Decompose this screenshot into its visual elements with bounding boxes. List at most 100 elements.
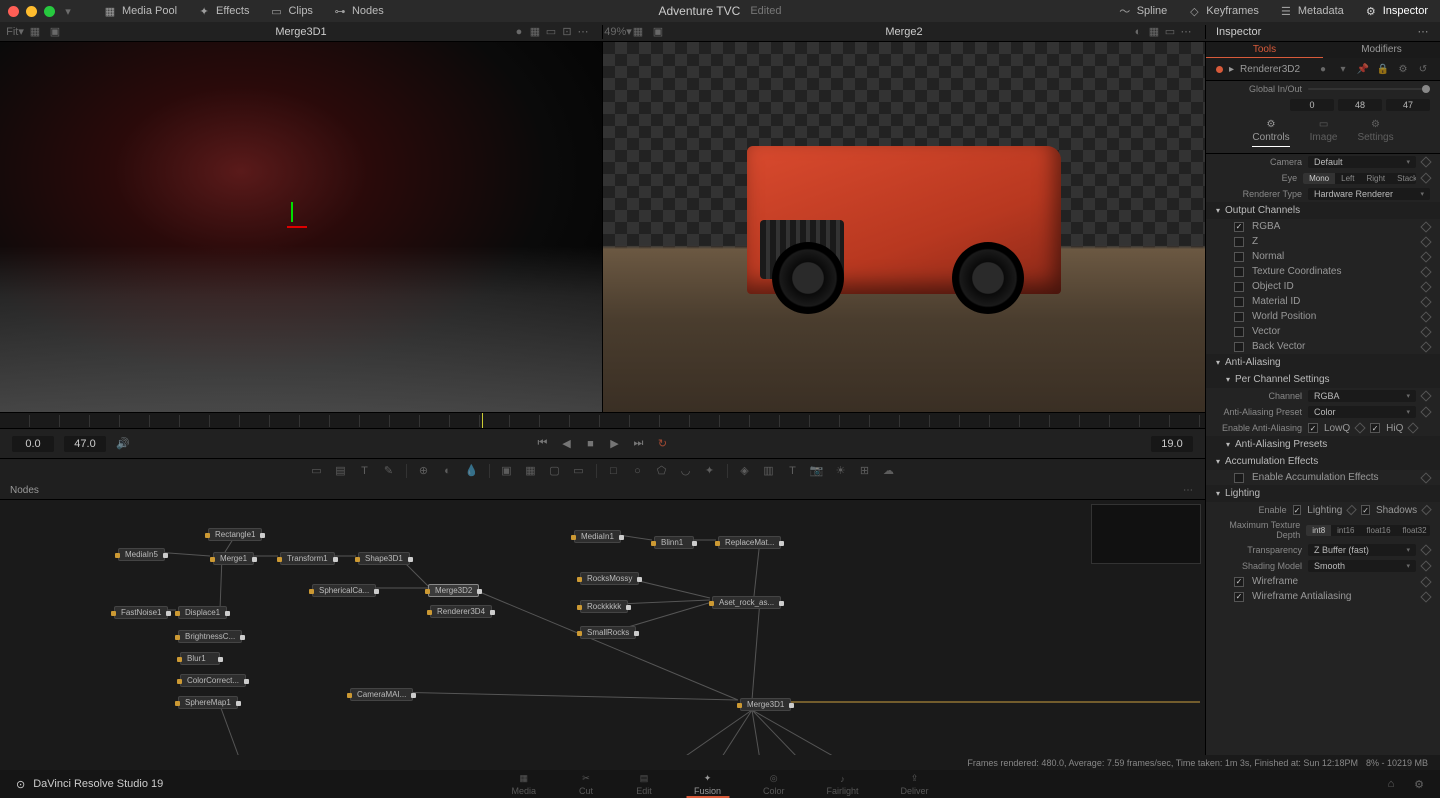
camera-dropdown[interactable]: Default [1308, 156, 1416, 168]
tool-tracker[interactable]: ⊕ [415, 462, 433, 480]
page-color[interactable]: ◎Color [755, 771, 793, 798]
tool-mask-ellipse[interactable]: ○ [629, 462, 647, 480]
camera-keyframe[interactable] [1420, 156, 1431, 167]
viewer-2d[interactable] [602, 42, 1205, 412]
node-enable-dot[interactable] [1216, 66, 1223, 73]
viewer-more-icon[interactable]: ⋯ [576, 25, 590, 39]
project-settings-icon[interactable]: ⚙ [1412, 777, 1426, 791]
tool-mask-wand[interactable]: ✦ [701, 462, 719, 480]
tool-blur[interactable]: 💧 [463, 462, 481, 480]
lighting-kf[interactable] [1346, 505, 1357, 516]
wireframe-aa-kf[interactable] [1420, 591, 1431, 602]
channel-kf[interactable] [1420, 221, 1431, 232]
channel-kf[interactable] [1420, 296, 1431, 307]
tool-channel[interactable]: ▦ [522, 462, 540, 480]
channel-kf[interactable] [1420, 236, 1431, 247]
viewer-controls-icon[interactable]: ⊡ [560, 25, 574, 39]
channel-kf[interactable] [1420, 251, 1431, 262]
transparency-dropdown[interactable]: Z Buffer (fast) [1308, 544, 1416, 556]
shadows-kf[interactable] [1421, 505, 1432, 516]
effects-button[interactable]: ✦Effects [193, 2, 253, 20]
workspace-menu-icon[interactable]: ▾ [61, 4, 75, 18]
channel-kf[interactable] [1420, 266, 1431, 277]
channel-kf[interactable] [1420, 281, 1431, 292]
global-io-slider[interactable] [1308, 88, 1430, 90]
global-dur-field[interactable]: 48 [1338, 99, 1382, 111]
aa-preset-kf[interactable] [1420, 406, 1431, 417]
viewer2-aspect-icon[interactable]: ▭ [1163, 25, 1177, 39]
node-blinn1[interactable]: Blinn1 [654, 536, 694, 549]
node-replacemat[interactable]: ReplaceMat... [718, 536, 781, 549]
wireframe-aa-checkbox[interactable] [1234, 592, 1244, 602]
channel-material-id-checkbox[interactable] [1234, 297, 1244, 307]
aa-preset-dropdown[interactable]: Color [1308, 406, 1416, 418]
stop-button[interactable]: ■ [583, 436, 599, 452]
viewer-dot-icon[interactable]: ● [512, 25, 526, 39]
node-spheremap1[interactable]: SphereMap1 [178, 696, 238, 709]
inspector-subtab-controls[interactable]: ⚙Controls [1252, 119, 1289, 147]
viewer2-grid-icon[interactable]: ▦ [1147, 25, 1161, 39]
accum-kf[interactable] [1420, 472, 1431, 483]
tool-paint[interactable]: ✎ [380, 462, 398, 480]
section-output-channels[interactable]: Output Channels [1206, 202, 1440, 219]
node-rockkkkk[interactable]: Rockkkkk [580, 600, 628, 613]
shadows-checkbox[interactable] [1361, 505, 1370, 515]
section-aa-presets[interactable]: Anti-Aliasing Presets [1206, 436, 1440, 453]
inspector-subtab-settings[interactable]: ⚙Settings [1357, 119, 1393, 147]
node-versions-icon[interactable]: ▾ [1336, 62, 1350, 76]
node-displace1[interactable]: Displace1 [178, 606, 227, 619]
node-settings-icon[interactable]: ⚙ [1396, 62, 1410, 76]
time-ruler[interactable] [0, 412, 1205, 428]
node-cameramai[interactable]: CameraMAI... [350, 688, 413, 701]
channel-vector-checkbox[interactable] [1234, 327, 1244, 337]
viewer-3d[interactable] [0, 42, 602, 412]
node-reset-icon[interactable]: ↺ [1416, 62, 1430, 76]
max-tex-segmented[interactable]: int8int16float16float32 [1306, 525, 1430, 536]
tool-shape3d[interactable]: ◈ [736, 462, 754, 480]
play-button[interactable]: ▶ [607, 436, 623, 452]
page-deliver[interactable]: ⇪Deliver [893, 771, 937, 798]
inspector-button[interactable]: ⚙Inspector [1360, 2, 1432, 20]
channel-z-checkbox[interactable] [1234, 237, 1244, 247]
renderer-dropdown[interactable]: Hardware Renderer [1308, 188, 1430, 200]
node-merge3d2[interactable]: Merge3D2 [428, 584, 479, 597]
node-brightnessc[interactable]: BrightnessC... [178, 630, 242, 643]
channel-kf[interactable] [1420, 341, 1431, 352]
current-frame-field[interactable]: 19.0 [1151, 436, 1193, 452]
tool-color[interactable]: ◐ [439, 462, 457, 480]
metadata-button[interactable]: ☰Metadata [1275, 2, 1348, 20]
home-icon[interactable]: ⌂ [1384, 777, 1398, 791]
section-antialiasing[interactable]: Anti-Aliasing [1206, 354, 1440, 371]
tool-mask-rect[interactable]: □ [605, 462, 623, 480]
node-blur1[interactable]: Blur1 [180, 652, 220, 665]
channel-object-id-checkbox[interactable] [1234, 282, 1244, 292]
range-end-field[interactable]: 47.0 [64, 436, 106, 452]
inspector-more-icon[interactable]: ⋯ [1416, 25, 1430, 39]
tool-resize[interactable]: ▭ [570, 462, 588, 480]
tool-merge3d[interactable]: ⊞ [856, 462, 874, 480]
nodes-button[interactable]: ⊶Nodes [329, 2, 388, 20]
node-renderer3d4[interactable]: Renderer3D4 [430, 605, 492, 618]
node-sphericalca[interactable]: SphericalCa... [312, 584, 376, 597]
tool-renderer3d[interactable]: ☁ [880, 462, 898, 480]
tool-image3d[interactable]: ▥ [760, 462, 778, 480]
inspector-tab-modifiers[interactable]: Modifiers [1323, 42, 1440, 58]
wireframe-kf[interactable] [1420, 576, 1431, 587]
node-colorcorrect[interactable]: ColorCorrect... [180, 674, 246, 687]
inspector-tab-tools[interactable]: Tools [1206, 42, 1323, 58]
lighting-checkbox[interactable] [1293, 505, 1302, 515]
channel-world-position-checkbox[interactable] [1234, 312, 1244, 322]
loop-button[interactable]: ↻ [655, 436, 671, 452]
page-fairlight[interactable]: ♪Fairlight [819, 771, 867, 798]
node-navigator[interactable] [1091, 504, 1201, 564]
aa-channel-kf[interactable] [1420, 390, 1431, 401]
nodes-more-icon[interactable]: ⋯ [1181, 484, 1195, 498]
node-smallrocks[interactable]: SmallRocks [580, 626, 636, 639]
aa-hiq-kf[interactable] [1408, 422, 1419, 433]
channel-kf[interactable] [1420, 311, 1431, 322]
aa-lowq-checkbox[interactable] [1308, 423, 1318, 433]
channel-back-vector-checkbox[interactable] [1234, 342, 1244, 352]
node-graph[interactable]: MediaIn5Rectangle1Merge1Transform1Shape3… [0, 500, 1205, 755]
tool-background[interactable]: ▭ [308, 462, 326, 480]
aa-hiq-checkbox[interactable] [1370, 423, 1380, 433]
